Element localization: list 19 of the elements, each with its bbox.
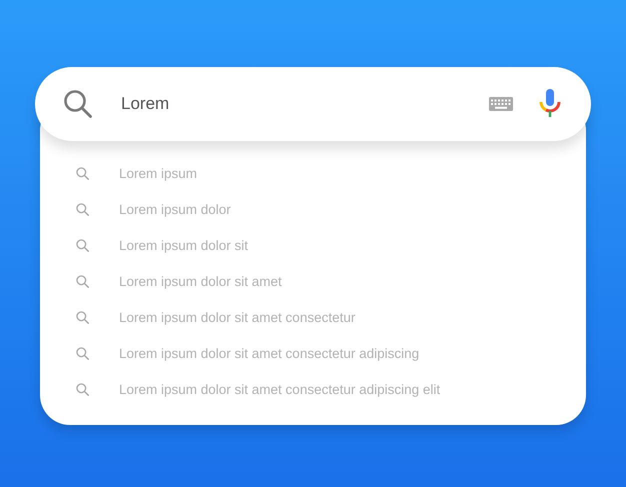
suggestion-item[interactable]: Lorem ipsum dolor sit amet consectetur	[119, 310, 356, 324]
suggestion-item[interactable]: Lorem ipsum dolor sit	[119, 238, 248, 252]
search-icon	[76, 310, 89, 324]
search-icon	[76, 166, 89, 180]
suggestion-item[interactable]: Lorem ipsum	[119, 166, 198, 180]
search-query: Lorem	[121, 94, 170, 114]
suggestion-item[interactable]: Lorem ipsum dolor sit amet consectetur adipiscing	[119, 346, 420, 360]
suggestion-item[interactable]: Lorem ipsum dolor sit amet	[119, 274, 282, 288]
search-icon	[63, 89, 93, 119]
search-icon	[76, 274, 89, 288]
microphone-icon[interactable]	[539, 89, 561, 119]
search-icon	[76, 202, 89, 216]
search-field[interactable]: Lorem	[35, 67, 591, 141]
suggestion-item[interactable]: Lorem ipsum dolor sit amet consectetur adipiscing elit	[119, 382, 440, 396]
search-icon	[76, 346, 89, 360]
keyboard-icon[interactable]	[489, 97, 513, 111]
search-icon	[76, 382, 89, 396]
suggestion-item[interactable]: Lorem ipsum dolor	[119, 202, 231, 216]
search-icon	[76, 238, 89, 252]
